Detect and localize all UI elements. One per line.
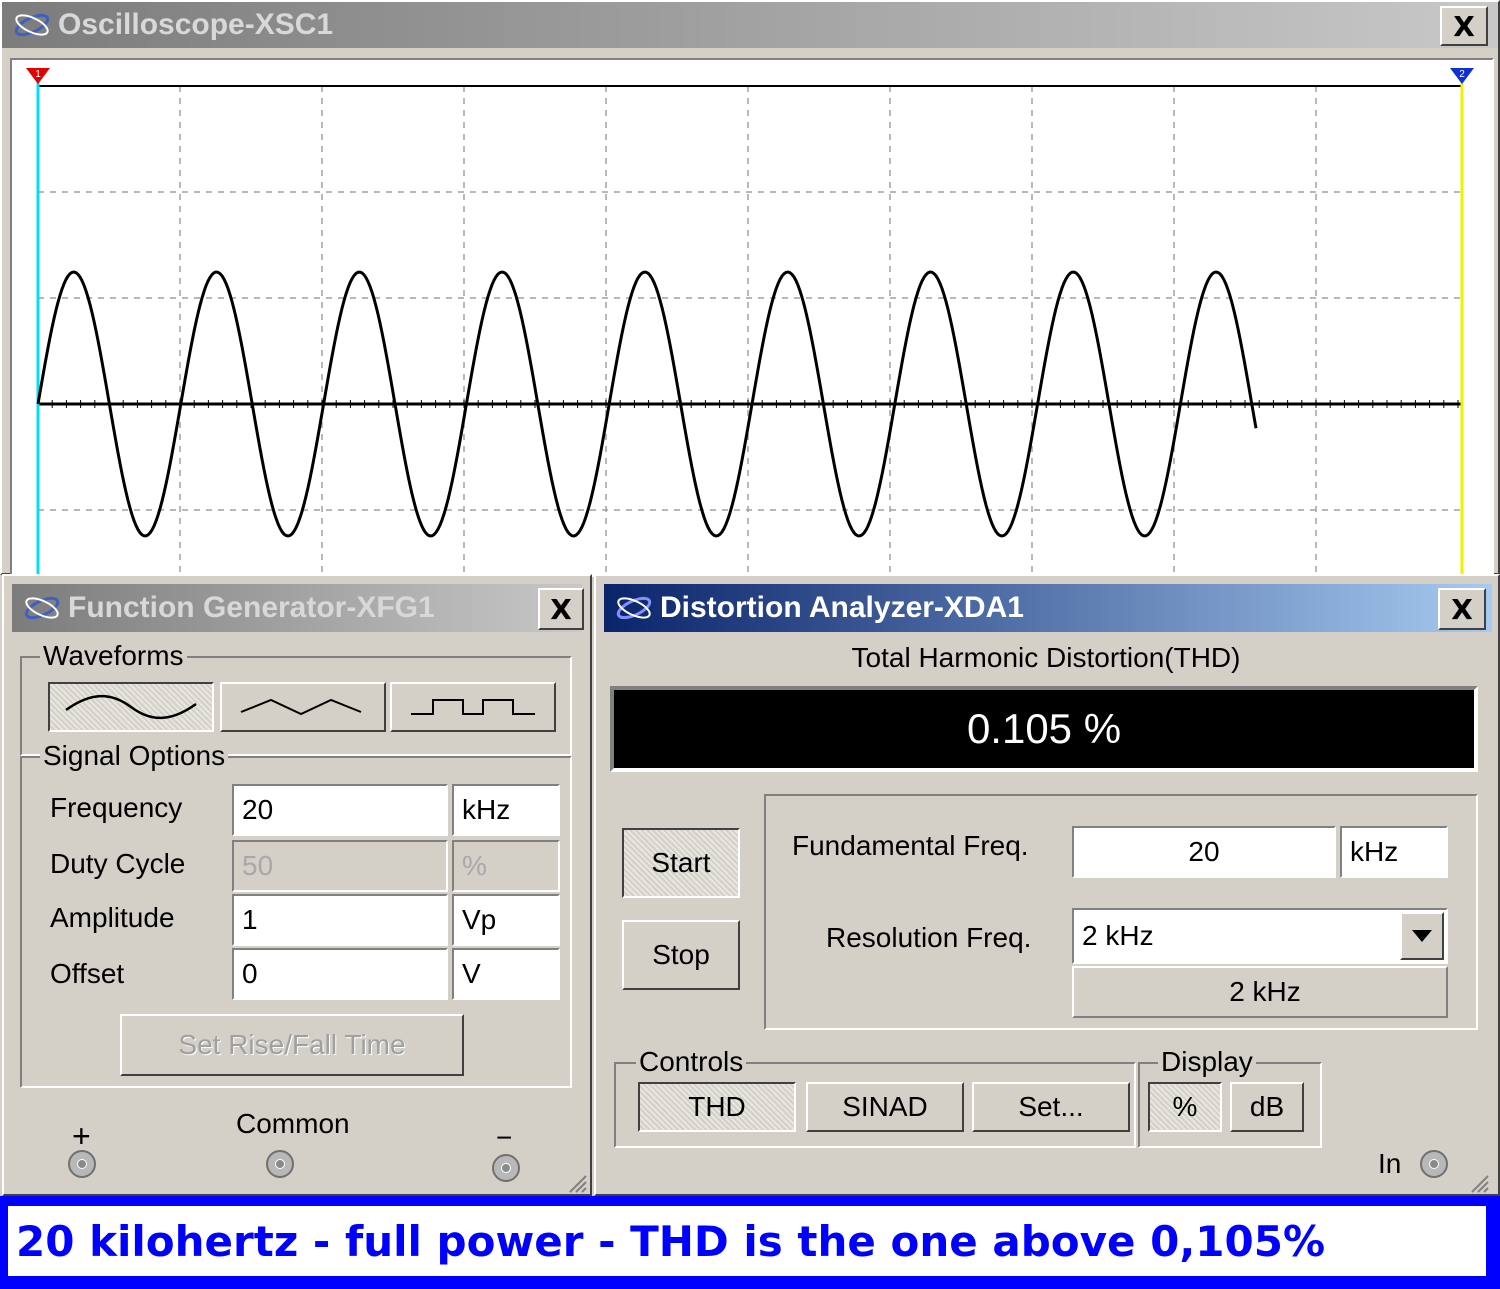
resize-grip-icon[interactable] [566, 1172, 588, 1194]
function-generator-titlebar[interactable]: Function Generator-XFG1 [12, 584, 582, 632]
set-button[interactable]: Set... [972, 1082, 1130, 1132]
plus-terminal-icon[interactable] [68, 1150, 96, 1178]
start-button[interactable]: Start [622, 828, 740, 898]
thd-button[interactable]: THD [638, 1082, 796, 1132]
minus-terminal-label: − [496, 1122, 513, 1153]
controls-legend: Controls [636, 1046, 747, 1078]
signal-options-legend: Signal Options [40, 740, 229, 772]
oscilloscope-titlebar[interactable]: Oscilloscope-XSC1 [2, 2, 1498, 48]
db-button[interactable]: dB [1230, 1082, 1304, 1132]
caption-box: 20 kilohertz - full power - THD is the o… [8, 1206, 1486, 1276]
percent-button[interactable]: % [1148, 1082, 1222, 1132]
fundamental-freq-label: Fundamental Freq. [792, 830, 1029, 861]
display-legend: Display [1158, 1046, 1256, 1078]
set-rise-fall-time-button: Set Rise/Fall Time [120, 1014, 464, 1076]
resolution-freq-label: Resolution Freq. [826, 922, 1032, 953]
amplitude-unit-field[interactable]: Vp [452, 894, 560, 946]
triangle-wave-button[interactable] [220, 682, 386, 732]
oscilloscope-close-button[interactable]: X [1440, 6, 1488, 46]
distortion-analyzer-close-button[interactable]: X [1438, 588, 1486, 630]
duty-cycle-input: 50 [232, 840, 448, 892]
resolution-freq-selected: 2 kHz [1082, 920, 1154, 951]
chevron-down-icon [1412, 930, 1432, 942]
oscilloscope-display: 1 2 [26, 68, 1474, 575]
stop-button[interactable]: Stop [622, 920, 740, 990]
oscilloscope-screen: 1 2 [10, 58, 1494, 577]
frequency-unit-field[interactable]: kHz [452, 784, 560, 836]
distortion-analyzer-titlebar[interactable]: Distortion Analyzer-XDA1 [604, 584, 1492, 632]
triangle-wave-icon [240, 698, 362, 716]
frequency-input[interactable]: 20 [232, 784, 448, 836]
common-terminal-icon[interactable] [266, 1150, 294, 1178]
distortion-analyzer-title: Distortion Analyzer-XDA1 [660, 591, 1024, 624]
app-logo-icon [14, 13, 50, 37]
fundamental-freq-unit-field[interactable]: kHz [1340, 826, 1448, 878]
thd-display: 0.105 % [610, 686, 1478, 772]
offset-unit-field[interactable]: V [452, 948, 560, 1000]
fundamental-freq-input[interactable]: 20 [1072, 826, 1336, 878]
oscilloscope-window: Oscilloscope-XSC1 X 1 2 [0, 0, 1500, 577]
square-wave-button[interactable] [390, 682, 556, 732]
resize-grip-icon[interactable] [1468, 1172, 1490, 1194]
caption-text: 20 kilohertz - full power - THD is the o… [16, 1216, 1326, 1266]
common-terminal-label: Common [236, 1108, 350, 1139]
amplitude-label: Amplitude [50, 902, 175, 933]
app-logo-icon [24, 596, 60, 620]
thd-heading: Total Harmonic Distortion(THD) [851, 642, 1241, 673]
resolution-freq-select[interactable]: 2 kHz [1072, 908, 1448, 964]
duty-cycle-label: Duty Cycle [50, 848, 186, 879]
oscilloscope-grid [38, 86, 1462, 575]
caption-banner: 20 kilohertz - full power - THD is the o… [0, 1196, 1500, 1289]
resolution-freq-readout-text: 2 kHz [1229, 976, 1301, 1007]
sine-wave-icon [65, 694, 197, 720]
resolution-freq-readout: 2 kHz [1072, 966, 1448, 1018]
sine-wave-button[interactable] [48, 682, 214, 732]
function-generator-close-button[interactable]: X [538, 588, 584, 630]
input-terminal-icon[interactable] [1420, 1150, 1448, 1178]
app-logo-icon [616, 596, 652, 620]
oscilloscope-title: Oscilloscope-XSC1 [58, 8, 334, 41]
function-generator-title: Function Generator-XFG1 [68, 591, 435, 624]
offset-label: Offset [50, 958, 125, 989]
duty-cycle-unit-field: % [452, 840, 560, 892]
sinad-button[interactable]: SINAD [806, 1082, 964, 1132]
cursor-2-label: 2 [1459, 69, 1465, 80]
input-terminal-label: In [1378, 1148, 1402, 1179]
function-generator-window: Function Generator-XFG1 X Waveforms Sign… [2, 574, 592, 1196]
cursor-1-label: 1 [35, 69, 41, 80]
frequency-label: Frequency [50, 792, 183, 823]
distortion-analyzer-window: Distortion Analyzer-XDA1 X Total Harmoni… [594, 574, 1500, 1196]
thd-value: 0.105 % [966, 705, 1122, 752]
dropdown-arrow-button[interactable] [1400, 912, 1444, 960]
minus-terminal-icon[interactable] [492, 1154, 520, 1182]
waveforms-legend: Waveforms [40, 640, 187, 672]
amplitude-input[interactable]: 1 [232, 894, 448, 946]
square-wave-icon [411, 699, 535, 715]
offset-input[interactable]: 0 [232, 948, 448, 1000]
